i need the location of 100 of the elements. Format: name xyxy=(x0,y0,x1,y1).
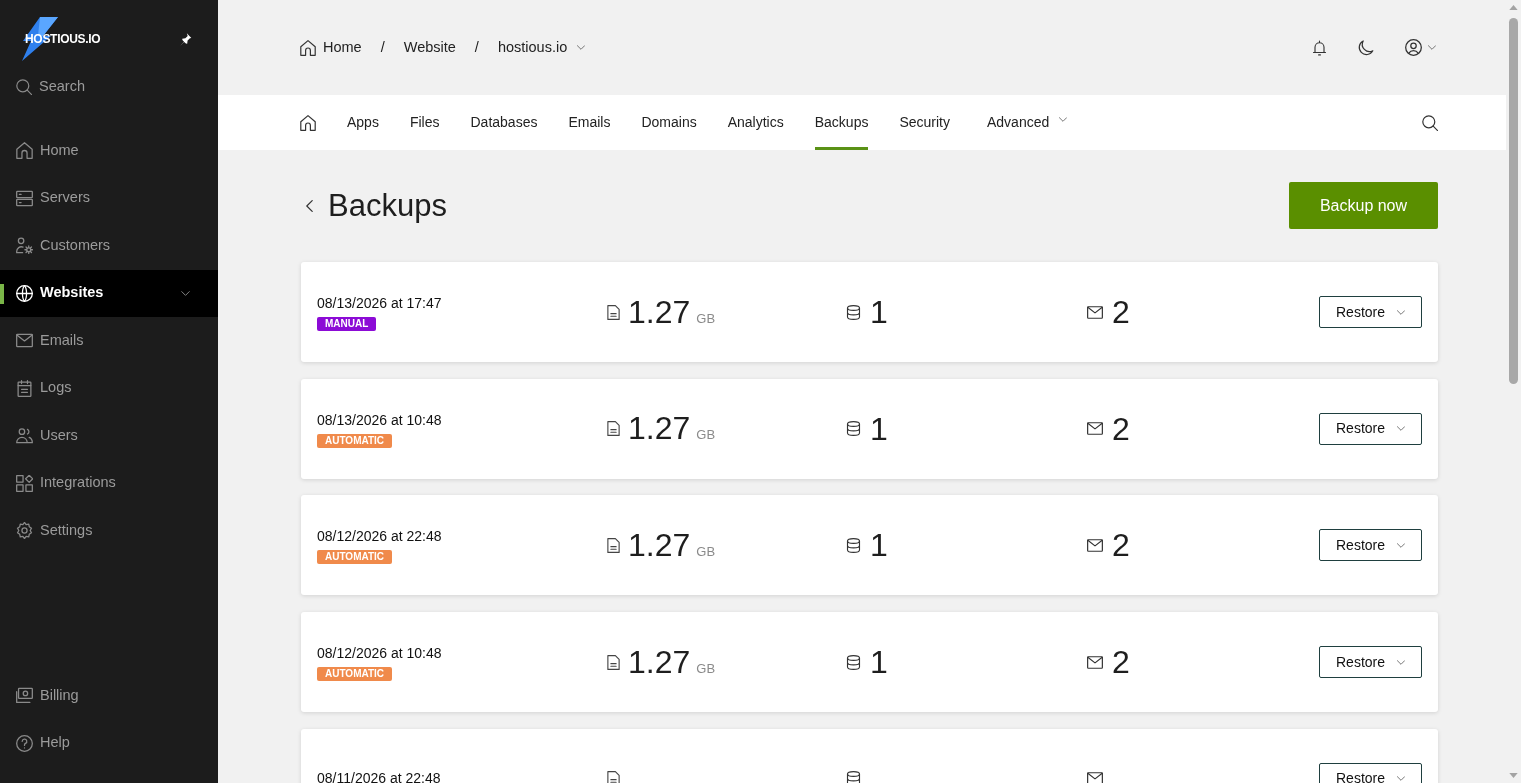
tab[interactable]: Domains xyxy=(641,95,697,150)
size-unit: GB xyxy=(696,659,716,678)
backup-size: 1.27 xyxy=(628,412,691,445)
users-icon xyxy=(16,427,33,445)
file-icon xyxy=(607,771,620,783)
home-icon xyxy=(300,114,316,131)
restore-button[interactable]: Restore xyxy=(1319,646,1422,679)
backup-now-button[interactable]: Backup now xyxy=(1289,182,1438,229)
database-icon xyxy=(846,304,861,320)
user-circle-icon xyxy=(1405,39,1422,56)
backup-date: 08/13/2026 at 10:48 xyxy=(317,410,442,430)
tab[interactable]: Apps xyxy=(347,95,379,150)
breadcrumb-link[interactable]: Website xyxy=(403,36,456,59)
sidebar-item[interactable]: Integrations xyxy=(0,459,218,507)
envelope-icon xyxy=(1087,655,1103,669)
file-icon xyxy=(607,537,620,553)
envelope-icon xyxy=(1087,305,1103,319)
scrollbar-track[interactable] xyxy=(1506,0,1521,783)
database-count: 1 xyxy=(870,296,888,328)
home-icon xyxy=(300,39,316,56)
sidebar-item[interactable]: Emails xyxy=(0,317,218,365)
sidebar-item[interactable]: Logs xyxy=(0,364,218,412)
sidebar-item[interactable]: Home xyxy=(0,127,218,175)
home-icon xyxy=(16,142,33,160)
envelope-icon xyxy=(16,332,33,350)
tab[interactable]: Analytics xyxy=(727,95,784,150)
tab[interactable]: Backups xyxy=(814,95,869,150)
restore-button[interactable]: Restore xyxy=(1319,296,1422,328)
globe-icon xyxy=(16,284,33,302)
person-gear-icon xyxy=(16,237,33,255)
sidebar-item[interactable]: Billing xyxy=(0,672,218,720)
banknote-icon xyxy=(16,687,33,705)
calendar-list-icon xyxy=(16,379,33,397)
back-chevron-icon[interactable] xyxy=(306,199,313,212)
email-count: 2 xyxy=(1112,529,1130,562)
database-count: 1 xyxy=(870,412,888,445)
active-indicator xyxy=(0,283,4,304)
tab[interactable]: Security xyxy=(899,95,950,150)
chevron-down-icon xyxy=(1059,117,1068,122)
restore-button[interactable]: Restore xyxy=(1319,762,1422,783)
chevron-down-icon xyxy=(1397,309,1405,315)
sidebar-item[interactable]: Help xyxy=(0,719,218,767)
backup-type-badge: MANUAL xyxy=(317,317,377,331)
breadcrumb-separator: / xyxy=(473,37,480,57)
scrollbar-thumb[interactable] xyxy=(1509,18,1518,384)
tab[interactable]: Files xyxy=(409,95,440,150)
database-icon xyxy=(846,771,861,783)
chevron-down-icon xyxy=(577,45,586,50)
chevron-down-icon xyxy=(1397,776,1405,782)
search-icon xyxy=(16,79,32,95)
backup-date: 08/11/2026 at 22:48 xyxy=(317,769,441,783)
site-dropdown[interactable]: hostious.io xyxy=(497,36,586,59)
sidebar-item[interactable]: Customers xyxy=(0,222,218,270)
backup-date: 08/12/2026 at 10:48 xyxy=(317,644,442,664)
sidebar-item[interactable]: Servers xyxy=(0,174,218,222)
search-button[interactable]: Search xyxy=(16,67,85,107)
settings-icon xyxy=(16,522,33,540)
email-count: 2 xyxy=(1112,412,1130,445)
breadcrumb-separator: / xyxy=(379,37,386,57)
backup-size: 1.27 xyxy=(628,529,691,562)
sidebar-item[interactable]: Users xyxy=(0,412,218,460)
sidebar-item[interactable]: Websites xyxy=(0,269,218,317)
envelope-icon xyxy=(1087,772,1103,783)
backup-type-badge: AUTOMATIC xyxy=(317,667,393,682)
chevron-down-icon xyxy=(181,290,190,296)
chevron-down-icon xyxy=(1397,659,1405,665)
breadcrumb-link[interactable]: Home xyxy=(300,36,362,59)
file-icon xyxy=(607,304,620,320)
restore-button[interactable]: Restore xyxy=(1319,529,1422,562)
server-rack-icon xyxy=(16,189,33,207)
database-count: 1 xyxy=(870,646,888,679)
backup-date: 08/12/2026 at 22:48 xyxy=(317,527,442,547)
tab[interactable]: Advanced xyxy=(987,95,1068,150)
backup-size: 1.27 xyxy=(628,645,691,678)
search-icon[interactable] xyxy=(1422,114,1438,131)
size-unit: GB xyxy=(696,426,716,445)
size-unit: GB xyxy=(696,543,716,562)
backup-type-badge: AUTOMATIC xyxy=(317,550,393,565)
tab[interactable]: Databases xyxy=(470,95,538,150)
bell-icon[interactable] xyxy=(1312,39,1327,56)
tab[interactable]: Emails xyxy=(568,95,611,150)
database-count: 1 xyxy=(870,529,888,562)
help-icon xyxy=(16,734,33,752)
backup-type-badge: AUTOMATIC xyxy=(317,433,393,448)
envelope-icon xyxy=(1087,422,1103,436)
email-count: 2 xyxy=(1112,646,1130,679)
sidebar-item[interactable]: Settings xyxy=(0,507,218,555)
pin-icon[interactable] xyxy=(179,32,192,46)
backup-date: 08/13/2026 at 17:47 xyxy=(317,294,442,313)
file-icon xyxy=(607,654,620,670)
email-count: 2 xyxy=(1112,296,1130,328)
account-menu-button[interactable] xyxy=(1405,39,1436,56)
envelope-icon xyxy=(1087,538,1103,552)
database-icon xyxy=(846,537,861,553)
restore-button[interactable]: Restore xyxy=(1319,412,1422,445)
backup-size: 1.27 xyxy=(628,295,691,328)
size-unit: GB xyxy=(696,309,716,328)
chevron-down-icon xyxy=(1397,426,1405,432)
moon-icon[interactable] xyxy=(1358,39,1374,56)
page-title: Backups xyxy=(328,190,447,221)
